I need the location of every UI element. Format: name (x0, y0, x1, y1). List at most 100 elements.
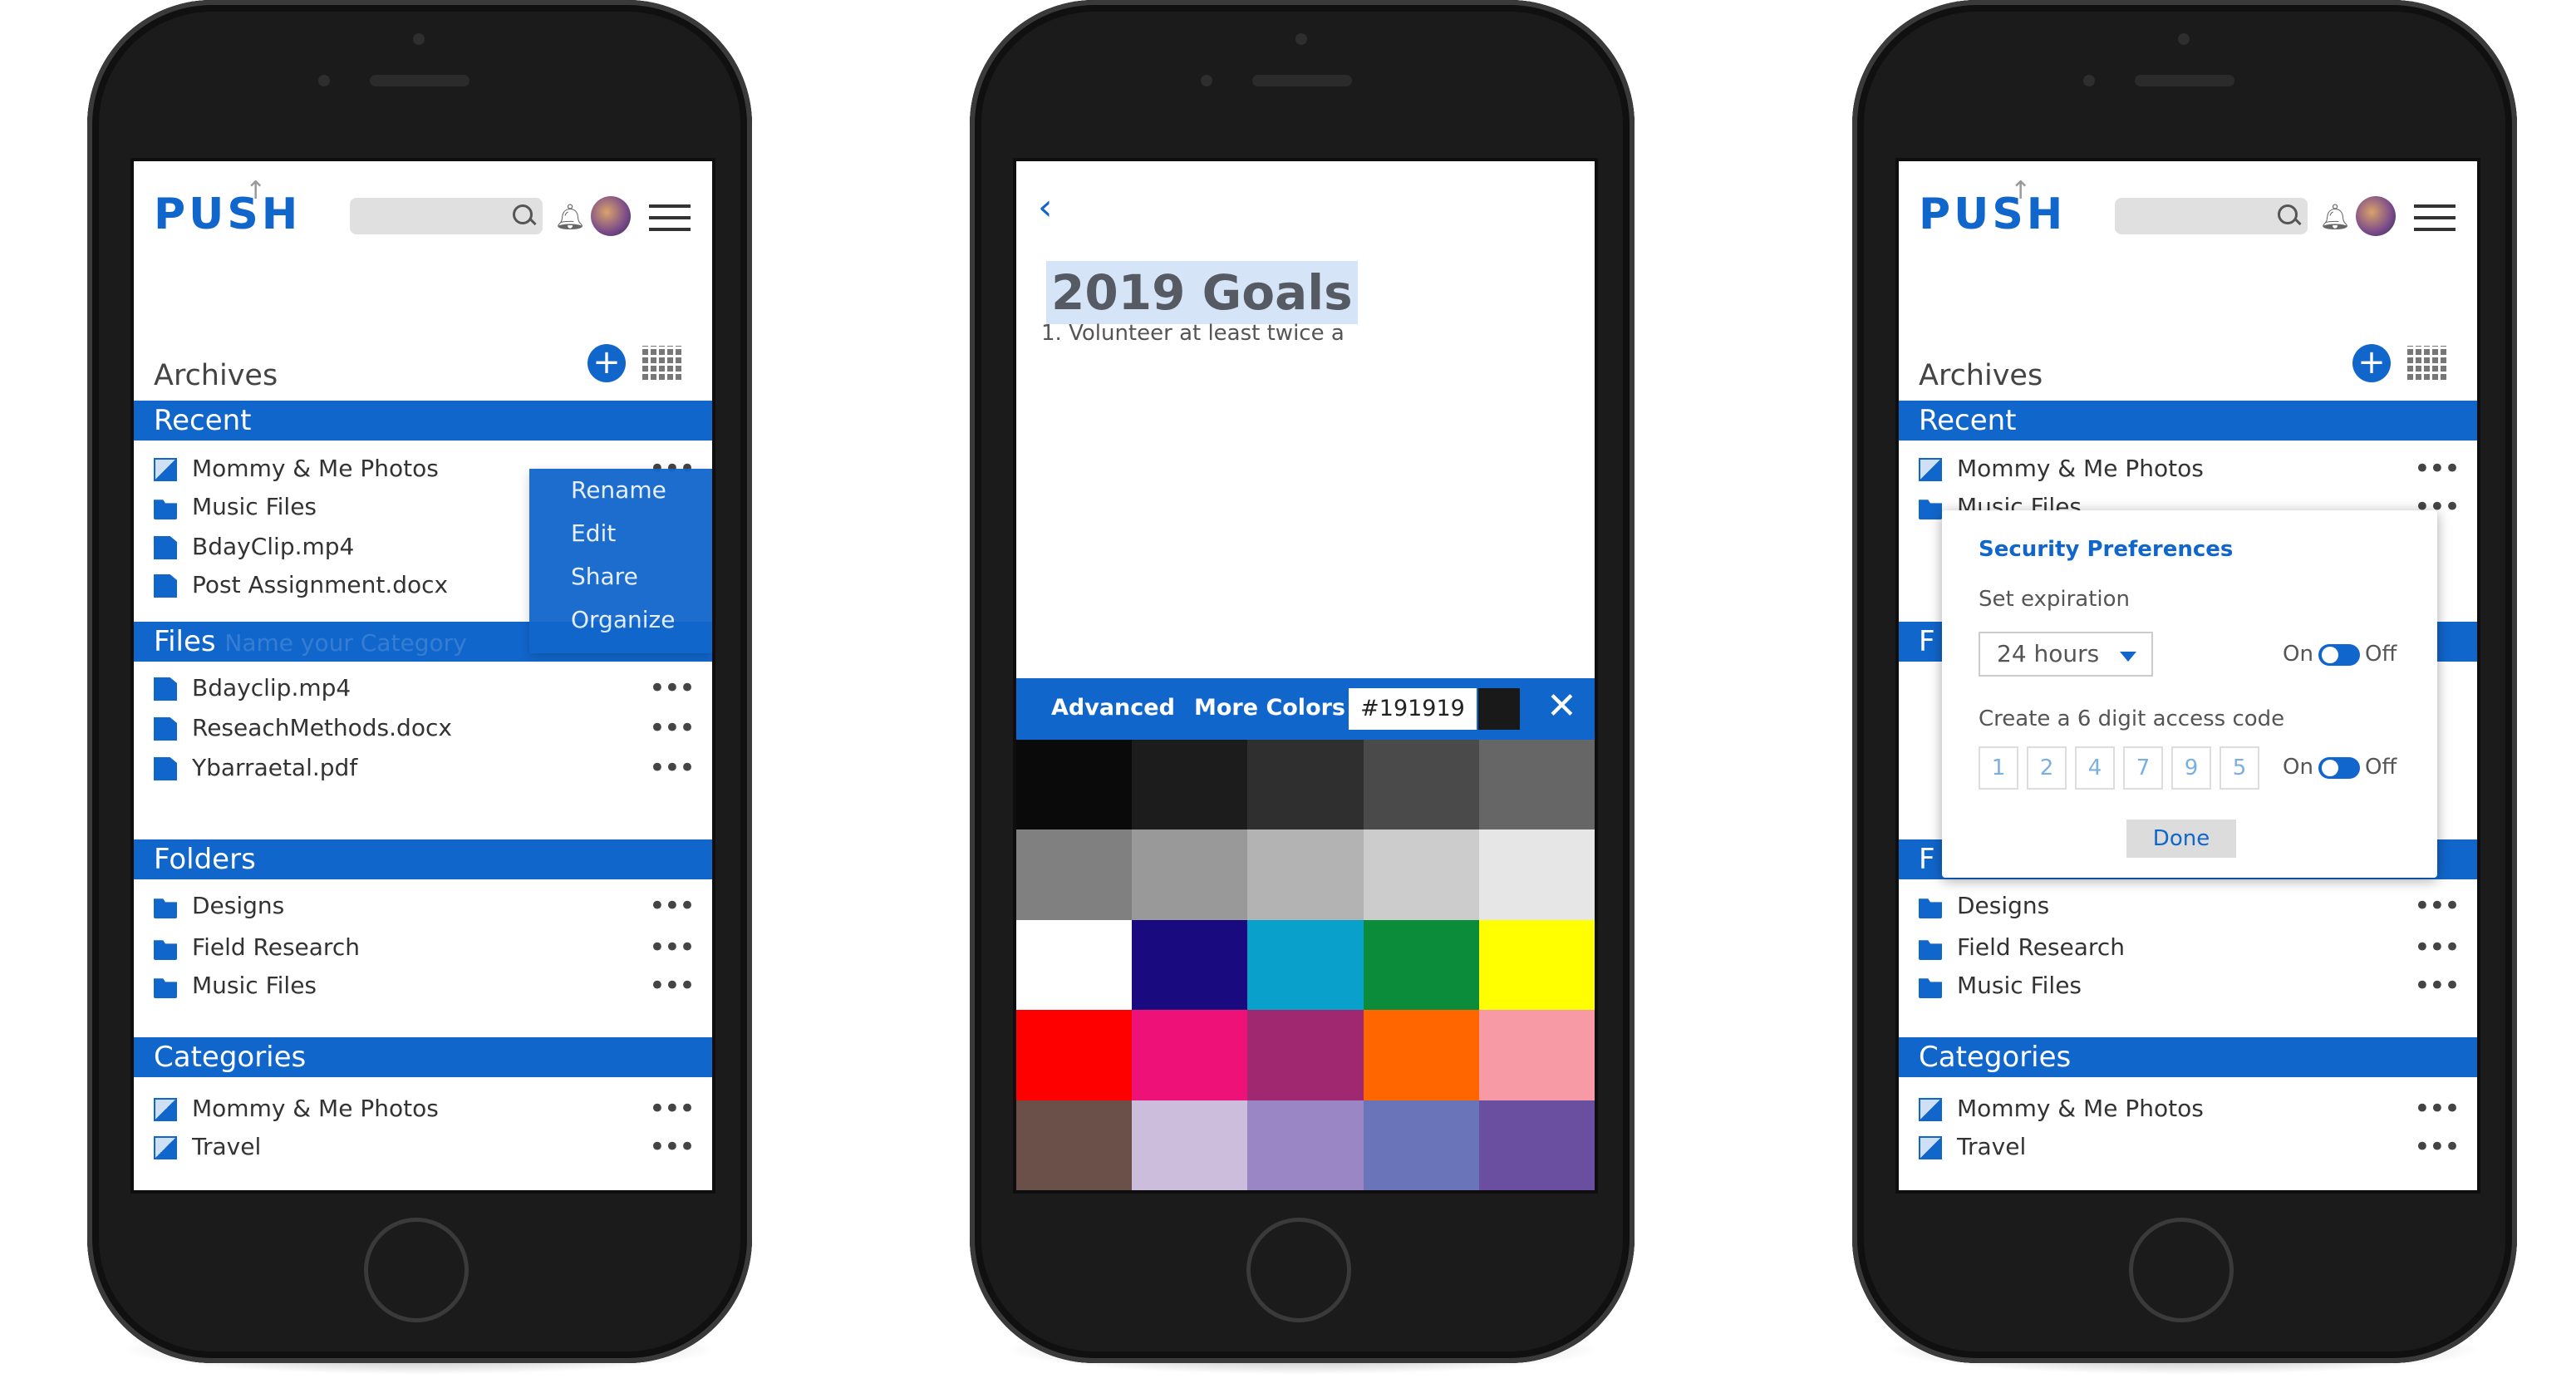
color-swatch[interactable] (1016, 740, 1133, 830)
toggle-switch[interactable] (2318, 756, 2360, 779)
list-item[interactable]: Travel ••• (1919, 1129, 2460, 1165)
add-button[interactable]: + (2352, 344, 2391, 382)
code-digit-input[interactable]: 7 (2123, 746, 2163, 790)
note-body[interactable]: 1. Volunteer at least twice a (1041, 321, 1345, 346)
hex-input[interactable]: #191919 (1349, 688, 1477, 730)
more-icon[interactable]: ••• (2414, 1129, 2460, 1165)
color-swatch[interactable] (1247, 740, 1364, 830)
color-swatch[interactable] (1363, 1100, 1479, 1190)
home-button[interactable] (2129, 1218, 2234, 1322)
expiration-select[interactable]: 24 hours (1979, 632, 2153, 677)
more-icon[interactable]: ••• (649, 750, 696, 786)
more-icon[interactable]: ••• (649, 1090, 696, 1127)
list-item[interactable]: Music Files ••• (154, 967, 696, 1004)
color-swatch[interactable] (1363, 740, 1479, 830)
color-swatch[interactable] (1247, 1010, 1364, 1100)
color-swatch[interactable] (1132, 919, 1248, 1011)
more-icon[interactable]: ••• (649, 1129, 696, 1165)
more-icon[interactable]: ••• (2414, 929, 2460, 966)
color-swatch[interactable] (1016, 1010, 1133, 1100)
search-icon[interactable] (513, 204, 533, 224)
code-digit-input[interactable]: 2 (2027, 746, 2067, 790)
color-swatch[interactable] (1016, 919, 1133, 1011)
access-code-toggle[interactable]: On Off (2283, 755, 2397, 780)
list-item[interactable]: ReseachMethods.docx ••• (154, 710, 696, 746)
list-item[interactable]: Designs ••• (154, 888, 696, 924)
chevron-left-icon[interactable]: ‹ (1038, 186, 1053, 229)
color-swatch[interactable] (1478, 740, 1595, 830)
more-icon[interactable]: ••• (649, 967, 696, 1004)
toggle-switch[interactable] (2318, 643, 2360, 666)
color-swatch[interactable] (1247, 1100, 1364, 1190)
grid-view-icon[interactable] (642, 346, 684, 382)
screen: ‹ 2019 Goals 1. Volunteer at least twice… (1013, 158, 1598, 1194)
more-icon[interactable]: ••• (649, 710, 696, 746)
list-item[interactable]: Field Research ••• (1919, 929, 2460, 966)
logo-arrow-icon: ↑ (245, 176, 267, 205)
done-button[interactable]: Done (2126, 820, 2236, 858)
home-button[interactable] (364, 1218, 469, 1322)
menu-item-rename[interactable]: Rename (529, 469, 712, 512)
color-swatch[interactable] (1132, 829, 1248, 920)
note-title[interactable]: 2019 Goals (1046, 261, 1358, 324)
list-item[interactable]: Bdayclip.mp4 ••• (154, 670, 696, 706)
color-swatch[interactable] (1132, 1100, 1248, 1190)
list-item[interactable]: Mommy & Me Photos••• (1919, 1090, 2460, 1127)
gallery-icon (154, 1136, 177, 1159)
menu-item-share[interactable]: Share (529, 555, 712, 598)
speaker-grille (1252, 75, 1352, 86)
avatar[interactable] (591, 196, 631, 236)
close-icon[interactable]: ✕ (1546, 685, 1577, 727)
color-swatch[interactable] (1247, 829, 1364, 920)
more-icon[interactable]: ••• (649, 929, 696, 966)
search-input[interactable] (2115, 198, 2308, 234)
list-item[interactable]: Ybarraetal.pdf ••• (154, 750, 696, 786)
list-item[interactable]: Travel ••• (154, 1129, 696, 1165)
more-icon[interactable]: ••• (649, 888, 696, 924)
color-swatch[interactable] (1016, 1100, 1133, 1190)
more-icon[interactable]: ••• (2414, 450, 2460, 487)
context-menu: Rename Edit Share Organize (529, 469, 712, 653)
menu-icon[interactable] (649, 204, 691, 239)
color-swatch[interactable] (1132, 740, 1248, 830)
list-item[interactable]: Field Research ••• (154, 929, 696, 966)
more-icon[interactable]: ••• (2414, 967, 2460, 1004)
menu-item-edit[interactable]: Edit (529, 512, 712, 555)
color-swatch[interactable] (1478, 1010, 1595, 1100)
more-icon[interactable]: ••• (649, 670, 696, 706)
list-item[interactable]: Music Files ••• (1919, 967, 2460, 1004)
color-swatch[interactable] (1363, 829, 1479, 920)
color-swatch[interactable] (1363, 919, 1479, 1011)
list-item[interactable]: Mommy & Me Photos••• (1919, 450, 2460, 487)
code-digit-input[interactable]: 1 (1979, 746, 2018, 790)
grid-view-icon[interactable] (2407, 346, 2449, 382)
search-input[interactable] (350, 198, 543, 234)
home-button[interactable] (1246, 1218, 1351, 1322)
more-colors-button[interactable]: More Colors (1194, 695, 1345, 721)
advanced-button[interactable]: Advanced (1051, 695, 1175, 721)
list-item[interactable]: Designs ••• (1919, 888, 2460, 924)
expiration-toggle[interactable]: On Off (2283, 642, 2397, 667)
menu-item-organize[interactable]: Organize (529, 598, 712, 642)
search-icon[interactable] (2278, 204, 2298, 224)
color-swatch[interactable] (1363, 1010, 1479, 1100)
list-item[interactable]: Mommy & Me Photos••• (154, 1090, 696, 1127)
code-digit-input[interactable]: 4 (2075, 746, 2115, 790)
color-swatch[interactable] (1478, 829, 1595, 920)
code-digit-input[interactable]: 9 (2171, 746, 2211, 790)
add-button[interactable]: + (587, 344, 626, 382)
more-icon[interactable]: ••• (2414, 1090, 2460, 1127)
avatar[interactable] (2356, 196, 2396, 236)
bell-icon[interactable]: 🔔︎ (2319, 203, 2351, 232)
color-swatch[interactable] (1132, 1010, 1248, 1100)
menu-icon[interactable] (2414, 204, 2456, 239)
color-swatch[interactable] (1478, 1100, 1595, 1190)
more-icon[interactable]: ••• (2414, 888, 2460, 924)
bell-icon[interactable]: 🔔︎ (554, 203, 586, 232)
categories-header: Categories (1899, 1037, 2477, 1077)
code-digit-input[interactable]: 5 (2220, 746, 2259, 790)
color-swatch[interactable] (1247, 919, 1364, 1011)
color-swatch[interactable] (1478, 919, 1595, 1011)
phone-1: PUSH ↑ 🔔︎ Archives + Recent Mommy & Me P… (87, 0, 752, 1375)
color-swatch[interactable] (1016, 829, 1133, 920)
